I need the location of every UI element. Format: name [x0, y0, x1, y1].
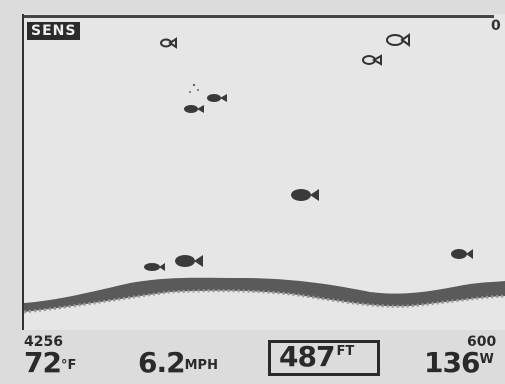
fish-icon-solid-6 [451, 249, 473, 259]
fish-icon-hollow-1 [160, 37, 177, 49]
temperature-readout: 72 °F [24, 346, 76, 379]
heading-unit: W [479, 352, 494, 367]
sonar-screen: SENS 0 4256 72 °F 6.2 MPH 487 FT 600 136… [0, 0, 505, 384]
heading-value: 136 [424, 346, 480, 379]
temperature-value: 72 [24, 346, 62, 379]
heading-readout: 136 W [424, 346, 494, 379]
fish-icon-hollow-3 [362, 54, 382, 66]
fish-icon-solid-1 [207, 94, 227, 102]
fish-icon-solid-3 [291, 189, 319, 201]
bottom-contour [24, 277, 505, 312]
clutter-specks [189, 83, 199, 93]
speed-readout: 6.2 MPH [138, 346, 218, 379]
sonar-display [23, 33, 505, 314]
depth-unit: FT [336, 344, 355, 359]
fish-icon-hollow-2 [386, 33, 410, 47]
temperature-unit: °F [60, 358, 77, 373]
fish-icon-solid-4 [175, 255, 203, 267]
depth-readout-box: 487 FT [268, 340, 380, 376]
speed-unit: MPH [184, 358, 218, 373]
fish-icon-solid-2 [184, 105, 204, 113]
fish-icon-solid-5 [144, 263, 165, 271]
depth-value: 487 [279, 340, 335, 373]
speed-value: 6.2 [138, 346, 186, 379]
